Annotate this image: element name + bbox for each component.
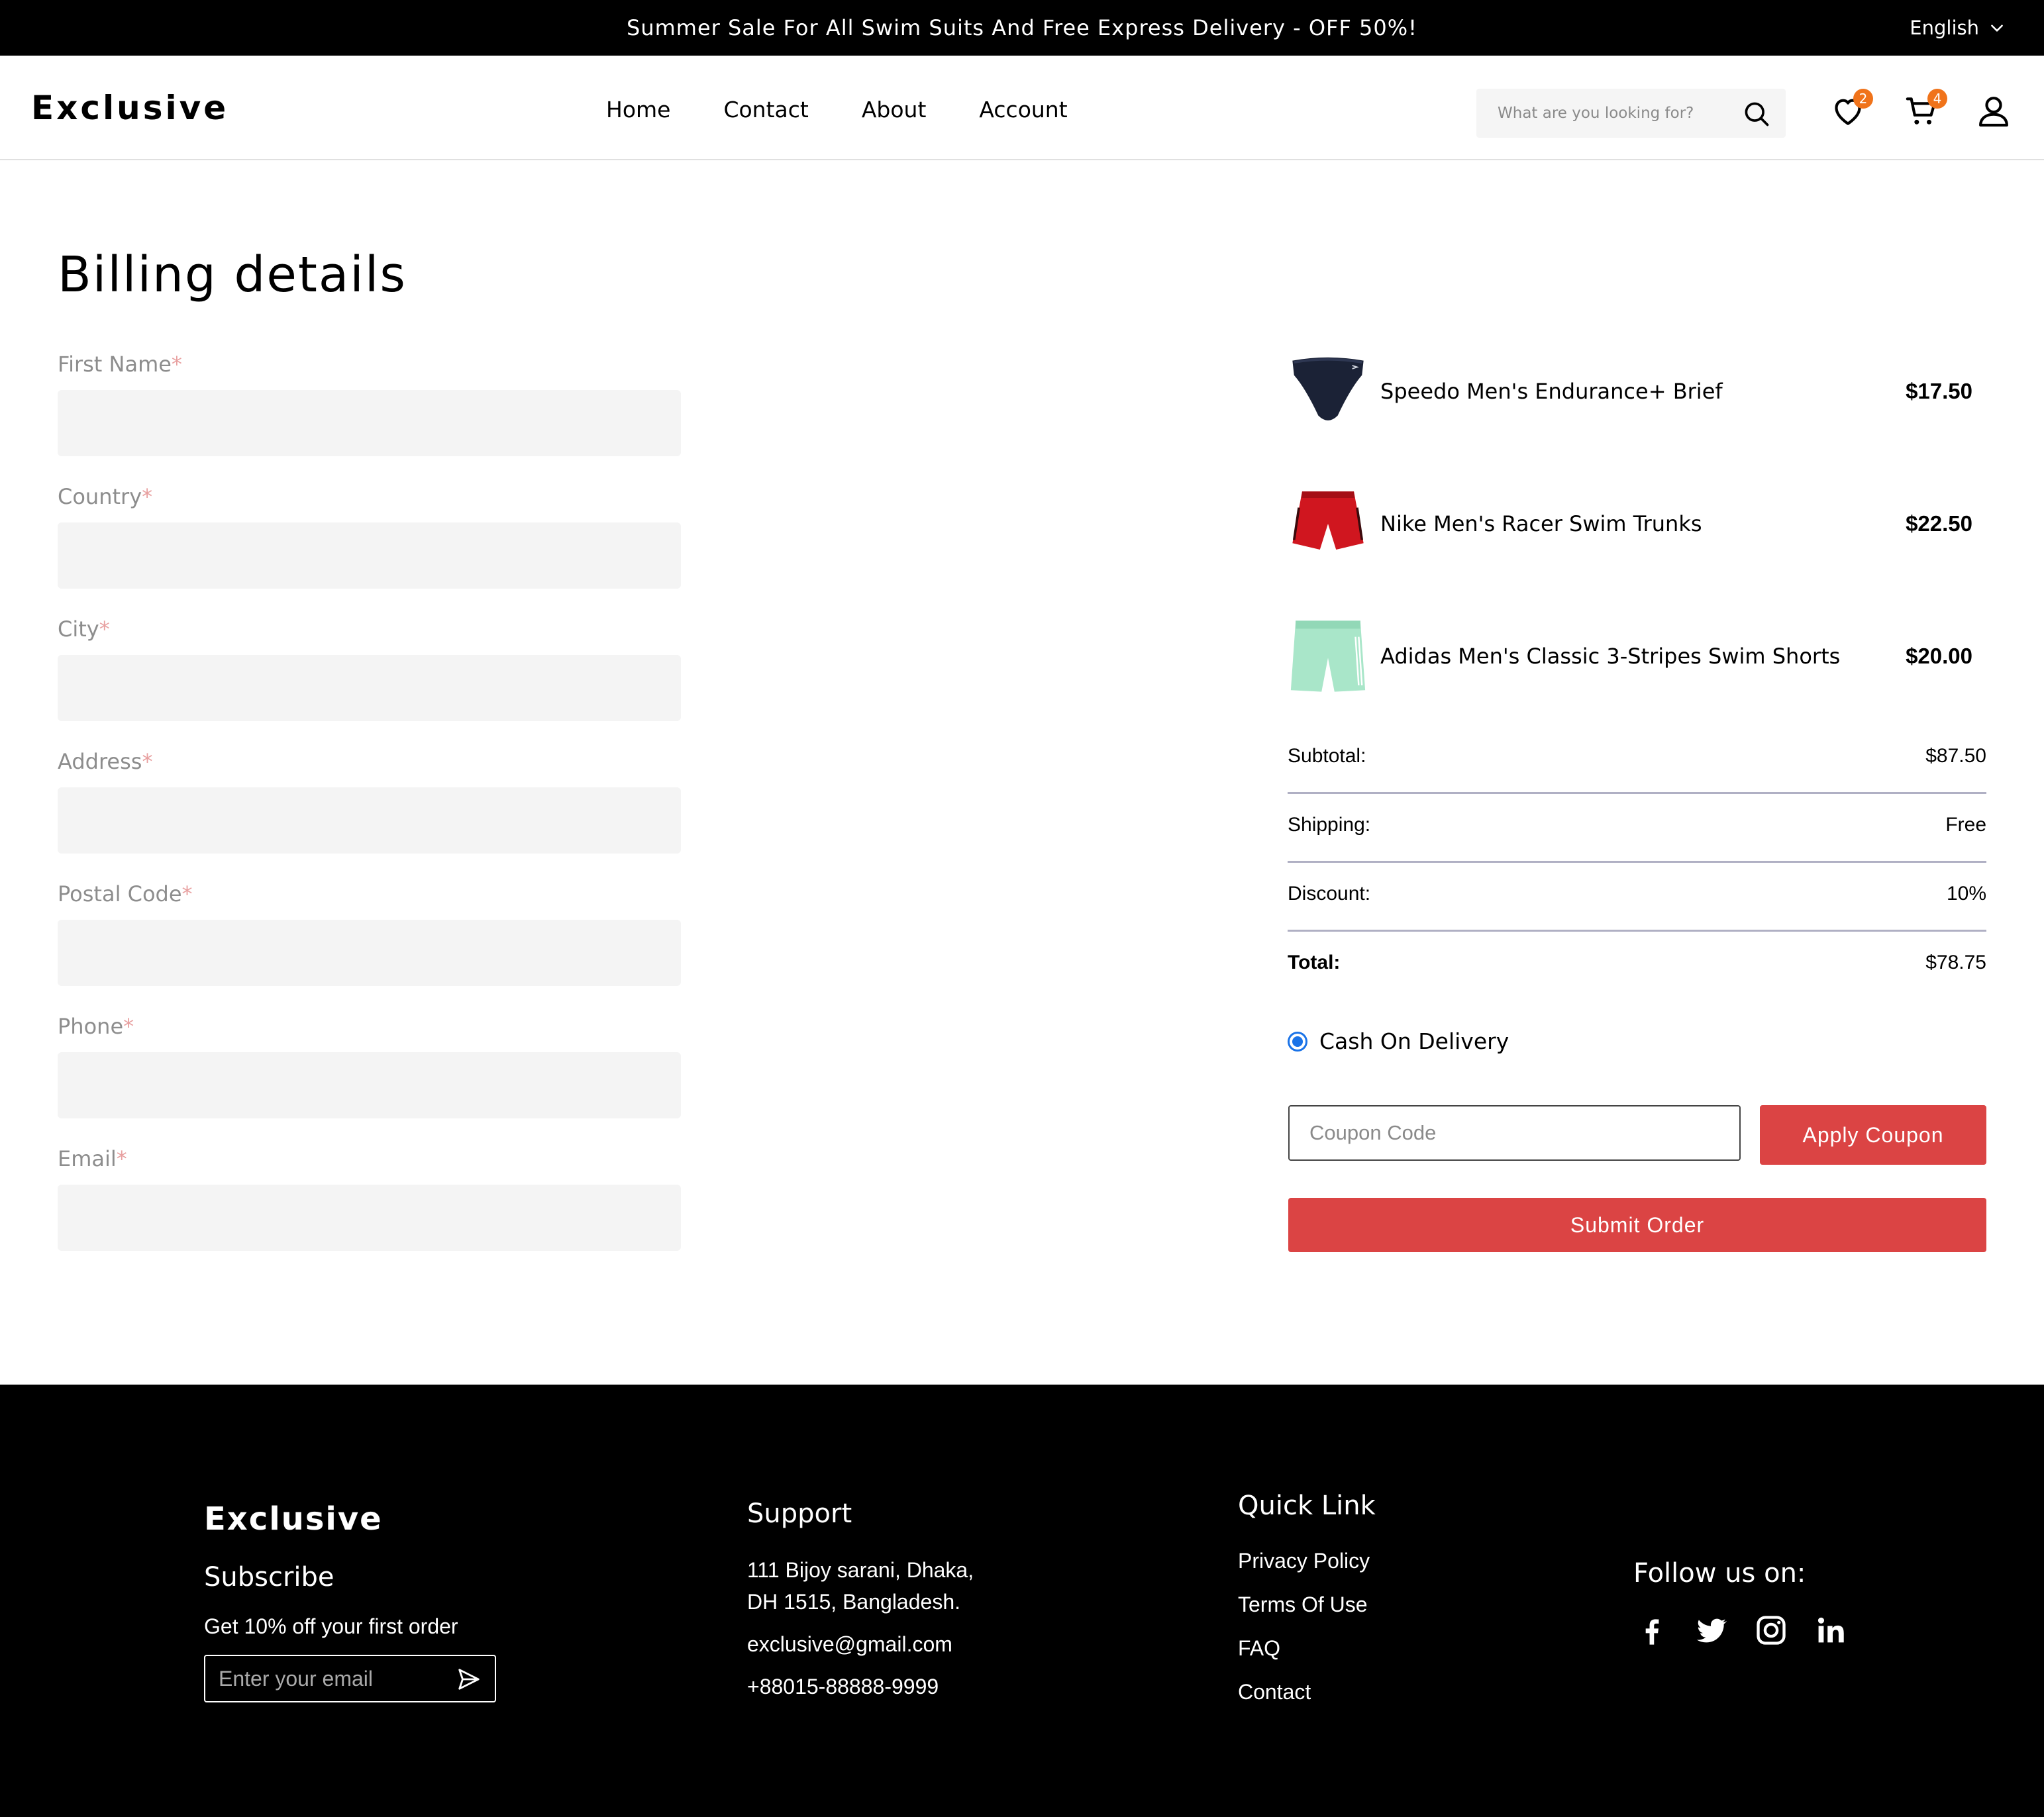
item-price: $17.50 bbox=[1906, 379, 1972, 403]
email-label: Email* bbox=[58, 1146, 127, 1171]
email-input[interactable] bbox=[58, 1185, 681, 1251]
shipping-label: Shipping: bbox=[1288, 814, 1371, 836]
postal-code-input[interactable] bbox=[58, 920, 681, 986]
social-links bbox=[1635, 1613, 1848, 1647]
announcement-bar: Summer Sale For All Swim Suits And Free … bbox=[0, 0, 2044, 56]
subscribe-email-input[interactable] bbox=[205, 1656, 444, 1701]
item-price: $20.00 bbox=[1906, 644, 1972, 668]
discount-value: 10% bbox=[1946, 883, 1986, 905]
payment-label: Cash On Delivery bbox=[1319, 1028, 1509, 1054]
footer-link-privacy[interactable]: Privacy Policy bbox=[1238, 1549, 1370, 1573]
footer-logo: Exclusive bbox=[204, 1500, 383, 1538]
cod-radio[interactable] bbox=[1288, 1031, 1307, 1052]
promo-text: Summer Sale For All Swim Suits And Free … bbox=[627, 15, 1417, 40]
support-heading: Support bbox=[747, 1498, 852, 1529]
nav-about[interactable]: About bbox=[862, 97, 927, 123]
wishlist-count-badge: 2 bbox=[1853, 89, 1873, 109]
order-item: Speedo Men's Endurance+ Brief $17.50 bbox=[1288, 351, 1986, 437]
item-name: Nike Men's Racer Swim Trunks bbox=[1380, 511, 1702, 536]
main-nav: Home Contact About Account bbox=[606, 97, 1121, 123]
chevron-down-icon bbox=[1991, 25, 2003, 32]
subscribe-form bbox=[204, 1655, 496, 1702]
order-item: Nike Men's Racer Swim Trunks $22.50 bbox=[1288, 483, 1986, 569]
account-button[interactable] bbox=[1975, 93, 2015, 132]
shipping-value: Free bbox=[1945, 814, 1986, 836]
nav-account[interactable]: Account bbox=[979, 97, 1067, 123]
subtotal-row: Subtotal: $87.50 bbox=[1288, 725, 1986, 794]
address-field: Address* bbox=[58, 749, 681, 854]
wishlist-button[interactable]: 2 bbox=[1829, 89, 1873, 132]
country-input[interactable] bbox=[58, 522, 681, 589]
search-box bbox=[1476, 89, 1786, 138]
apply-coupon-button[interactable]: Apply Coupon bbox=[1760, 1105, 1986, 1165]
mint-swim-shorts-image bbox=[1290, 620, 1366, 692]
payment-option-cod[interactable]: Cash On Delivery bbox=[1288, 1028, 1509, 1054]
footer-link-terms[interactable]: Terms Of Use bbox=[1238, 1593, 1368, 1617]
city-field: City* bbox=[58, 616, 681, 721]
shipping-row: Shipping: Free bbox=[1288, 794, 1986, 863]
address-label: Address* bbox=[58, 749, 153, 774]
page-title: Billing details bbox=[58, 246, 407, 303]
navy-swim-brief-image bbox=[1292, 357, 1364, 420]
first-name-field: First Name* bbox=[58, 352, 681, 456]
red-swim-trunks-image bbox=[1292, 491, 1364, 550]
item-name: Adidas Men's Classic 3-Stripes Swim Shor… bbox=[1380, 644, 1841, 669]
city-input[interactable] bbox=[58, 655, 681, 721]
linkedin-icon[interactable] bbox=[1814, 1613, 1848, 1647]
footer-link-contact[interactable]: Contact bbox=[1238, 1680, 1311, 1704]
instagram-icon[interactable] bbox=[1754, 1613, 1788, 1647]
subtotal-value: $87.50 bbox=[1925, 745, 1986, 767]
cart-count-badge: 4 bbox=[1927, 89, 1947, 109]
first-name-input[interactable] bbox=[58, 390, 681, 456]
item-price: $22.50 bbox=[1906, 511, 1972, 536]
site-footer: Exclusive Subscribe Get 10% off your fir… bbox=[0, 1385, 2044, 1817]
language-label: English bbox=[1910, 17, 1979, 39]
first-name-label: First Name* bbox=[58, 352, 182, 377]
quick-link-heading: Quick Link bbox=[1238, 1491, 1376, 1521]
support-address-line1: 111 Bijoy sarani, Dhaka, bbox=[747, 1558, 974, 1582]
site-header: Exclusive Home Contact About Account 2 4 bbox=[0, 56, 2044, 160]
country-field: Country* bbox=[58, 484, 681, 589]
total-row: Total: $78.75 bbox=[1288, 932, 1986, 1001]
coupon-input[interactable] bbox=[1288, 1105, 1741, 1161]
city-label: City* bbox=[58, 616, 110, 642]
support-email[interactable]: exclusive@gmail.com bbox=[747, 1628, 952, 1660]
order-item: Adidas Men's Classic 3-Stripes Swim Shor… bbox=[1288, 616, 1986, 702]
send-icon[interactable] bbox=[456, 1667, 482, 1692]
support-phone[interactable]: +88015-88888-9999 bbox=[747, 1671, 939, 1702]
cart-button[interactable]: 4 bbox=[1904, 89, 1947, 132]
subscribe-heading: Subscribe bbox=[204, 1562, 334, 1593]
site-logo[interactable]: Exclusive bbox=[31, 89, 229, 127]
phone-label: Phone* bbox=[58, 1014, 134, 1039]
subscribe-offer: Get 10% off your first order bbox=[204, 1614, 458, 1638]
search-input[interactable] bbox=[1476, 89, 1735, 138]
discount-label: Discount: bbox=[1288, 883, 1371, 905]
address-input[interactable] bbox=[58, 787, 681, 854]
follow-heading: Follow us on: bbox=[1633, 1558, 1806, 1589]
phone-input[interactable] bbox=[58, 1052, 681, 1118]
twitter-icon[interactable] bbox=[1694, 1613, 1729, 1647]
nav-contact[interactable]: Contact bbox=[723, 97, 808, 123]
total-label: Total: bbox=[1288, 952, 1341, 973]
submit-order-button[interactable]: Submit Order bbox=[1288, 1198, 1986, 1252]
postal-code-label: Postal Code* bbox=[58, 881, 193, 907]
footer-link-faq[interactable]: FAQ bbox=[1238, 1636, 1280, 1661]
user-icon bbox=[1979, 97, 2008, 127]
subtotal-label: Subtotal: bbox=[1288, 745, 1366, 767]
phone-field: Phone* bbox=[58, 1014, 681, 1118]
language-selector[interactable]: English bbox=[1910, 0, 2006, 56]
email-field: Email* bbox=[58, 1146, 681, 1251]
item-name: Speedo Men's Endurance+ Brief bbox=[1380, 379, 1723, 404]
postal-code-field: Postal Code* bbox=[58, 881, 681, 986]
country-label: Country* bbox=[58, 484, 153, 509]
search-icon[interactable] bbox=[1742, 99, 1771, 128]
facebook-icon[interactable] bbox=[1635, 1613, 1669, 1647]
nav-home[interactable]: Home bbox=[606, 97, 670, 123]
total-value: $78.75 bbox=[1925, 952, 1986, 973]
discount-row: Discount: 10% bbox=[1288, 863, 1986, 932]
support-address-line2: DH 1515, Bangladesh. bbox=[747, 1590, 960, 1614]
